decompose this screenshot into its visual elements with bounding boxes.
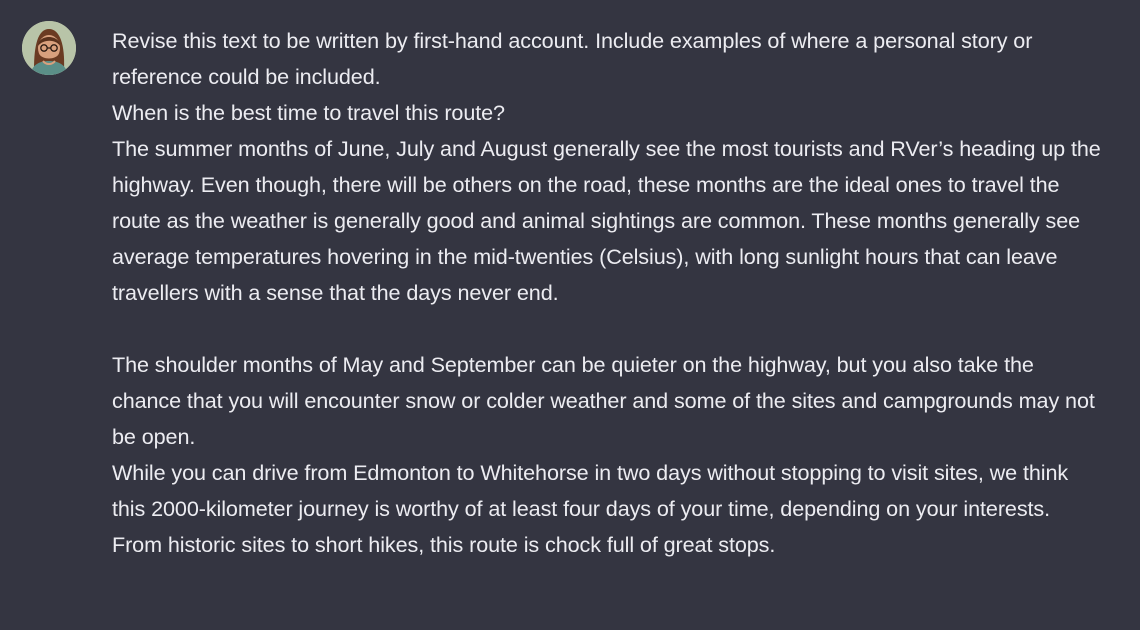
message-paragraph: The summer months of June, July and Augu… [112, 136, 1101, 305]
message-paragraph: While you can drive from Edmonton to Whi… [112, 460, 1069, 557]
user-message-text: Revise this text to be written by first-… [112, 23, 1102, 563]
message-paragraph: The shoulder months of May and September… [112, 352, 1095, 449]
message-paragraph: When is the best time to travel this rou… [112, 100, 505, 125]
user-message-row: Revise this text to be written by first-… [0, 0, 1140, 630]
message-paragraph: Revise this text to be written by first-… [112, 28, 1033, 89]
user-avatar-icon [22, 21, 76, 75]
user-avatar [22, 21, 76, 75]
